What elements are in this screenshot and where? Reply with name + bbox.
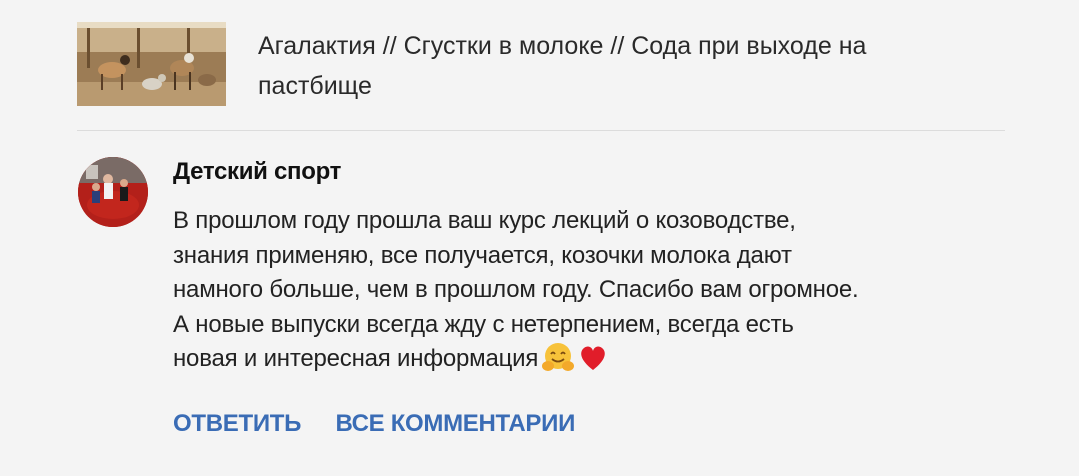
goats-thumbnail-icon xyxy=(77,22,226,106)
comment-last-line: новая и интересная информация xyxy=(173,342,1023,383)
reply-button[interactable]: ОТВЕТИТЬ xyxy=(173,410,301,437)
comment-line: намного больше, чем в прошлом году. Спас… xyxy=(173,276,859,303)
red-heart-icon xyxy=(578,344,608,383)
video-thumbnail[interactable] xyxy=(77,22,226,106)
divider xyxy=(77,130,1005,131)
comment-actions: ОТВЕТИТЬ ВСЕ КОММЕНТАРИИ xyxy=(173,410,575,438)
all-comments-button[interactable]: ВСЕ КОММЕНТАРИИ xyxy=(335,410,575,437)
comment-author[interactable]: Детский спорт xyxy=(173,158,341,186)
video-row[interactable]: Агалактия // Сгустки в молоке // Сода пр… xyxy=(77,22,1007,106)
hugging-face-icon xyxy=(542,342,575,383)
comment-line: В прошлом году прошла ваш курс лекций о … xyxy=(173,207,796,234)
avatar-photo-icon xyxy=(78,157,148,227)
comment-line: А новые выпуски всегда жду с нетерпением… xyxy=(173,310,794,338)
comment-text: В прошлом году прошла ваш курс лекций о … xyxy=(173,204,1023,383)
comment-line: знания применяю, все получается, козочки… xyxy=(173,241,792,269)
comment-line: новая и интересная информация xyxy=(173,345,539,372)
avatar[interactable] xyxy=(78,157,148,227)
video-title[interactable]: Агалактия // Сгустки в молоке // Сода пр… xyxy=(258,26,978,106)
